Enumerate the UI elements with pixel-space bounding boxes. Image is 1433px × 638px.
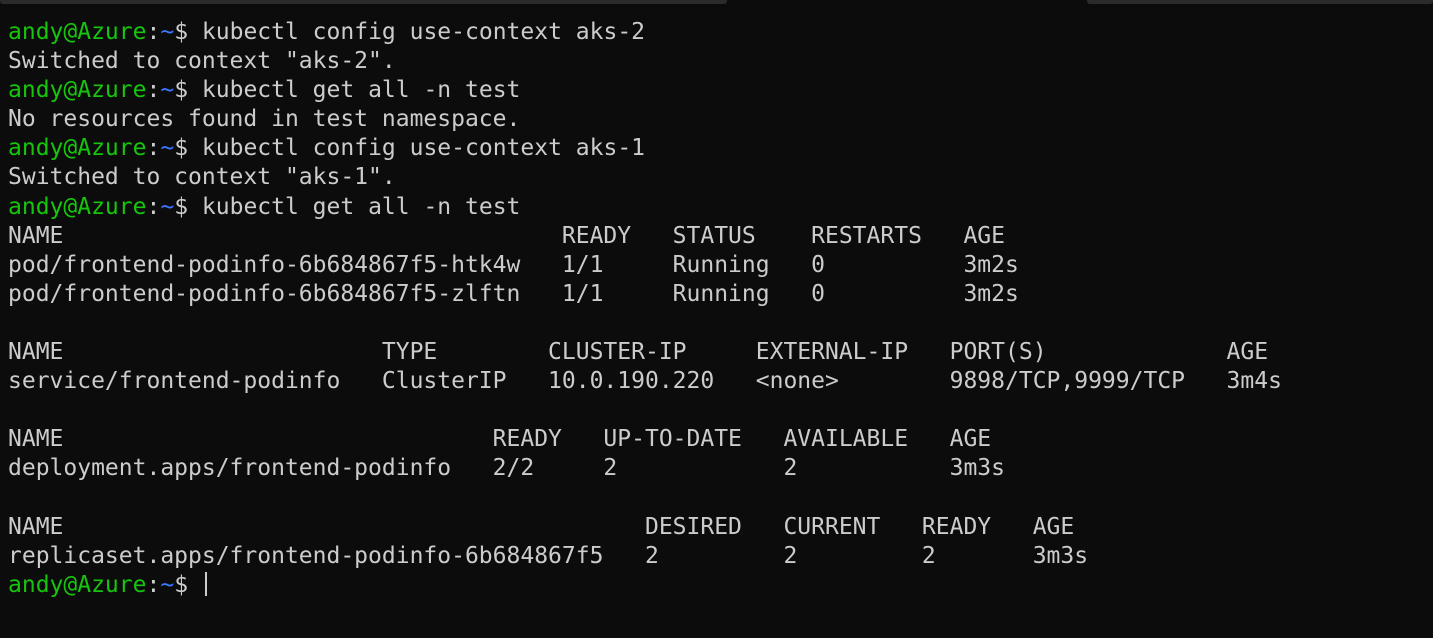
prompt-separator: : [146,77,161,104]
prompt-line: andy@Azure:~$ kubectl get all -n test [8,193,1433,222]
table-header: NAME READY UP-TO-DATE AVAILABLE AGE [8,426,992,453]
table-row: pod/frontend-podinfo-6b684867f5-htk4w 1/… [8,251,1019,278]
prompt-sigil: $ [174,19,189,45]
prompt-line: andy@Azure:~$ kubectl config use-context… [8,134,1433,163]
table-row: service/frontend-podinfo ClusterIP 10.0.… [8,368,1282,395]
output-line: Switched to context "aks-1". [8,164,396,191]
prompt-sigil: $ [174,571,189,598]
prompt-line: andy@Azure:~$ kubectl config use-context… [8,18,1433,47]
prompt-path: ~ [160,193,175,220]
table-row: deployment.apps/frontend-podinfo 2/2 2 2… [8,455,1005,482]
command-text: kubectl config use-context aks-1 [188,135,646,162]
prompt-separator: : [146,193,161,220]
prompt-path: ~ [160,77,175,104]
terminal-tab-right[interactable] [1087,0,1433,4]
table-header: NAME TYPE CLUSTER-IP EXTERNAL-IP PORT(S)… [8,339,1269,366]
prompt-separator: : [146,135,161,162]
command-text [188,572,202,598]
terminal-tab-left[interactable] [0,0,727,4]
prompt-line: andy@Azure:~$ kubectl get all -n test [8,76,1433,105]
prompt-separator: : [146,19,161,45]
prompt-sigil: $ [174,135,189,162]
prompt-user-host: andy@Azure [8,193,147,220]
table-header: NAME DESIRED CURRENT READY AGE [8,513,1075,540]
terminal-tab-strip [0,0,1433,6]
table-row: pod/frontend-podinfo-6b684867f5-zlftn 1/… [8,280,1019,307]
prompt-path: ~ [160,135,175,162]
prompt-path: ~ [160,19,175,45]
prompt-line: andy@Azure:~$ [8,571,1433,600]
output-line: Switched to context "aks-2". [8,48,396,75]
prompt-sigil: $ [174,77,189,104]
text-cursor [204,571,207,596]
output-line: No resources found in test namespace. [8,106,521,133]
prompt-user-host: andy@Azure [8,135,147,162]
prompt-user-host: andy@Azure [8,77,147,104]
prompt-path: ~ [160,571,175,598]
prompt-user-host: andy@Azure [8,571,147,598]
command-text: kubectl config use-context aks-2 [188,19,646,45]
command-text: kubectl get all -n test [188,193,521,220]
prompt-sigil: $ [174,193,189,220]
command-text: kubectl get all -n test [188,77,521,104]
table-header: NAME READY STATUS RESTARTS AGE [8,222,1005,249]
prompt-user-host: andy@Azure [8,19,147,45]
terminal-output[interactable]: andy@Azure:~$ kubectl config use-context… [8,18,1433,600]
prompt-separator: : [146,571,161,598]
table-row: replicaset.apps/frontend-podinfo-6b68486… [8,542,1089,569]
